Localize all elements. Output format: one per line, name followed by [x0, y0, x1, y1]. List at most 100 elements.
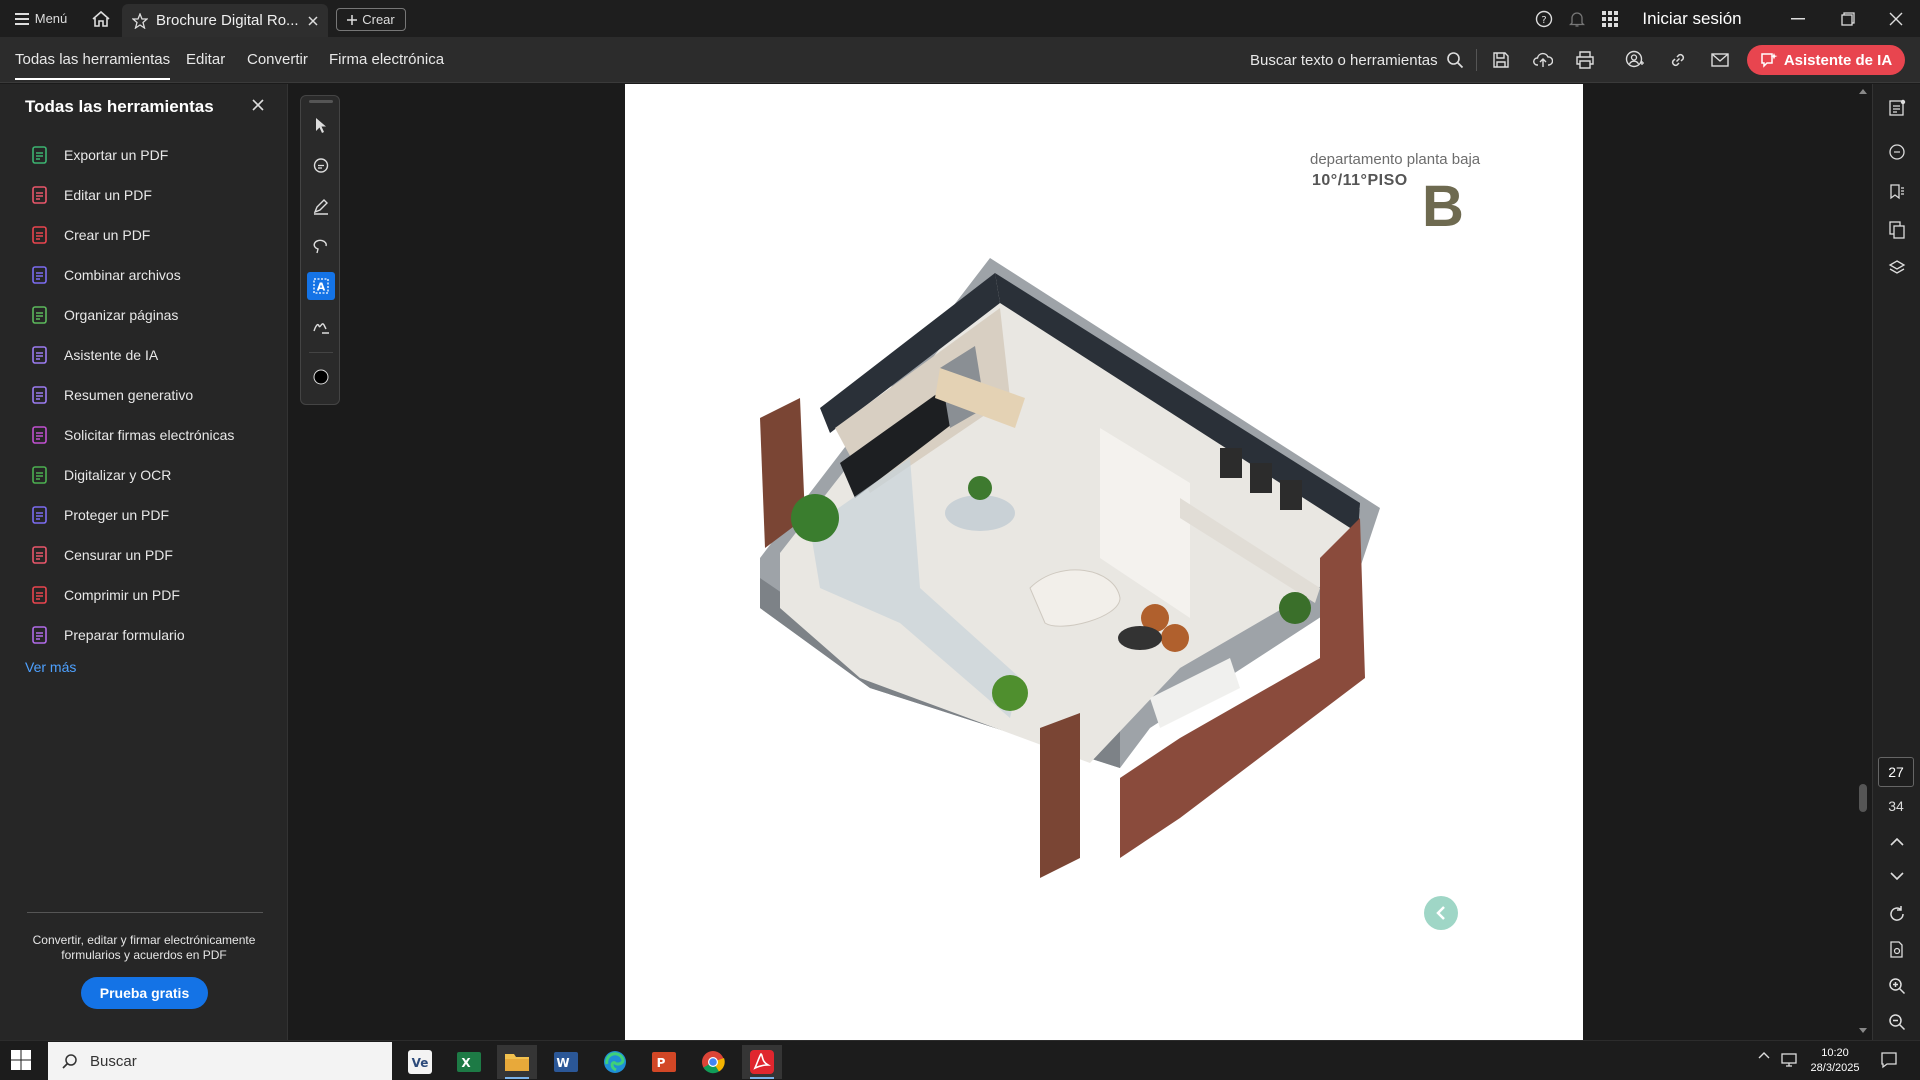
star-icon[interactable]	[132, 12, 148, 29]
document-tab[interactable]: Brochure Digital Ro...	[122, 4, 328, 37]
link-button[interactable]	[1666, 48, 1690, 72]
zoom-in-button[interactable]	[1885, 974, 1909, 998]
tool-label: Proteger un PDF	[64, 507, 170, 523]
page-up-button[interactable]	[1885, 830, 1909, 854]
taskbar-app-acrobat[interactable]	[742, 1045, 782, 1079]
tool-item[interactable]: Solicitar firmas electrónicas	[30, 420, 280, 450]
lasso-icon	[312, 237, 330, 255]
tool-icon	[30, 345, 50, 365]
tool-item[interactable]: Preparar formulario	[30, 620, 280, 650]
free-trial-button[interactable]: Prueba gratis	[81, 977, 208, 1009]
current-page-input[interactable]: 27	[1878, 757, 1914, 787]
minimize-button[interactable]	[1786, 0, 1810, 37]
save-button[interactable]	[1489, 48, 1513, 72]
network-button[interactable]	[1780, 1051, 1798, 1067]
taskbar-app-excel[interactable]: X	[449, 1045, 489, 1079]
tool-item[interactable]: Exportar un PDF	[30, 140, 280, 170]
tab-convert[interactable]: Convertir	[247, 37, 308, 83]
comments-panel-button[interactable]	[1885, 140, 1909, 164]
plus-icon	[347, 14, 358, 25]
close-window-button[interactable]	[1884, 0, 1908, 37]
taskbar-app-ve[interactable]: Ve	[400, 1045, 440, 1079]
home-button[interactable]	[88, 0, 114, 37]
tool-item[interactable]: Editar un PDF	[30, 180, 280, 210]
unit-letter: B	[1422, 174, 1464, 239]
tool-item[interactable]: Organizar páginas	[30, 300, 280, 330]
hamburger-icon	[14, 12, 29, 25]
cloud-upload-icon	[1533, 51, 1553, 69]
scroll-down-arrow[interactable]	[1859, 1028, 1867, 1033]
create-label: Crear	[362, 12, 395, 27]
tool-item[interactable]: Crear un PDF	[30, 220, 280, 250]
tool-label: Solicitar firmas electrónicas	[64, 427, 235, 443]
email-button[interactable]	[1708, 48, 1732, 72]
printer-icon	[1575, 51, 1595, 69]
start-button[interactable]	[10, 1049, 36, 1075]
rotate-button[interactable]	[1885, 902, 1909, 926]
tool-item[interactable]: Digitalizar y OCR	[30, 460, 280, 490]
layers-panel-button[interactable]	[1885, 256, 1909, 280]
search-tools-button[interactable]: Buscar texto o herramientas	[1250, 37, 1464, 83]
draw-tool-button[interactable]	[307, 232, 335, 260]
share-user-button[interactable]	[1623, 48, 1647, 72]
ai-summary-panel-button[interactable]	[1885, 96, 1909, 120]
page-back-button[interactable]	[1424, 896, 1458, 930]
notification-center-button[interactable]	[1880, 1051, 1898, 1069]
tab-all-tools[interactable]: Todas las herramientas	[15, 37, 171, 83]
tool-item[interactable]: Comprimir un PDF	[30, 580, 280, 610]
login-button[interactable]: Iniciar sesión	[1632, 0, 1752, 37]
ai-assistant-label: Asistente de IA	[1783, 51, 1893, 69]
tool-item[interactable]: Resumen generativo	[30, 380, 280, 410]
notifications-button[interactable]	[1565, 0, 1589, 37]
menu-button[interactable]: Menú	[8, 0, 74, 37]
color-picker-button[interactable]	[307, 363, 335, 391]
restore-button[interactable]	[1836, 0, 1860, 37]
pages-panel-button[interactable]	[1885, 218, 1909, 242]
tab-e-signature[interactable]: Firma electrónica	[329, 37, 444, 83]
see-more-link[interactable]: Ver más	[25, 659, 76, 675]
close-icon	[1889, 12, 1903, 26]
tool-item[interactable]: Censurar un PDF	[30, 540, 280, 570]
create-button[interactable]: Crear	[336, 8, 406, 31]
comment-tool-button[interactable]	[307, 152, 335, 180]
powerpoint-icon: P	[651, 1049, 677, 1075]
chevron-up-icon	[1890, 838, 1904, 846]
taskbar-search[interactable]: Buscar	[48, 1042, 392, 1080]
taskbar-app-edge[interactable]	[595, 1045, 635, 1079]
vertical-scrollbar[interactable]	[1855, 84, 1871, 1040]
bookmarks-panel-button[interactable]	[1885, 180, 1909, 204]
tray-overflow-button[interactable]	[1758, 1051, 1770, 1059]
print-button[interactable]	[1573, 48, 1597, 72]
page-down-button[interactable]	[1885, 864, 1909, 888]
ai-assistant-button[interactable]: Asistente de IA	[1747, 45, 1905, 75]
tab-edit[interactable]: Editar	[186, 37, 225, 83]
apps-button[interactable]	[1598, 0, 1622, 37]
fit-page-button[interactable]	[1885, 938, 1909, 962]
right-rail	[1872, 84, 1920, 1040]
highlight-tool-button[interactable]	[307, 192, 335, 220]
upload-button[interactable]	[1531, 48, 1555, 72]
close-tab-icon[interactable]	[308, 15, 318, 26]
drag-handle[interactable]	[309, 100, 333, 103]
color-dot-icon	[313, 369, 329, 385]
tool-item[interactable]: Proteger un PDF	[30, 500, 280, 530]
zoom-out-button[interactable]	[1885, 1010, 1909, 1034]
taskbar-app-chrome[interactable]	[693, 1045, 733, 1079]
tool-item[interactable]: Combinar archivos	[30, 260, 280, 290]
tool-icon	[30, 145, 50, 165]
signature-icon	[312, 317, 330, 335]
windows-taskbar: Buscar Ve X W P 10:20 28/3/2025	[0, 1040, 1920, 1080]
sign-tool-button[interactable]	[307, 312, 335, 340]
text-select-tool-button[interactable]: A	[307, 272, 335, 300]
taskbar-app-file-explorer[interactable]	[497, 1045, 537, 1079]
tool-label: Digitalizar y OCR	[64, 467, 172, 483]
help-button[interactable]: ?	[1532, 0, 1556, 37]
select-tool-button[interactable]	[307, 112, 335, 140]
scroll-up-arrow[interactable]	[1859, 89, 1867, 94]
close-panel-button[interactable]	[252, 99, 268, 115]
tool-item[interactable]: Asistente de IA	[30, 340, 280, 370]
scrollbar-thumb[interactable]	[1859, 784, 1867, 812]
taskbar-app-powerpoint[interactable]: P	[644, 1045, 684, 1079]
tray-clock[interactable]: 10:20 28/3/2025	[1806, 1046, 1864, 1076]
taskbar-app-word[interactable]: W	[546, 1045, 586, 1079]
